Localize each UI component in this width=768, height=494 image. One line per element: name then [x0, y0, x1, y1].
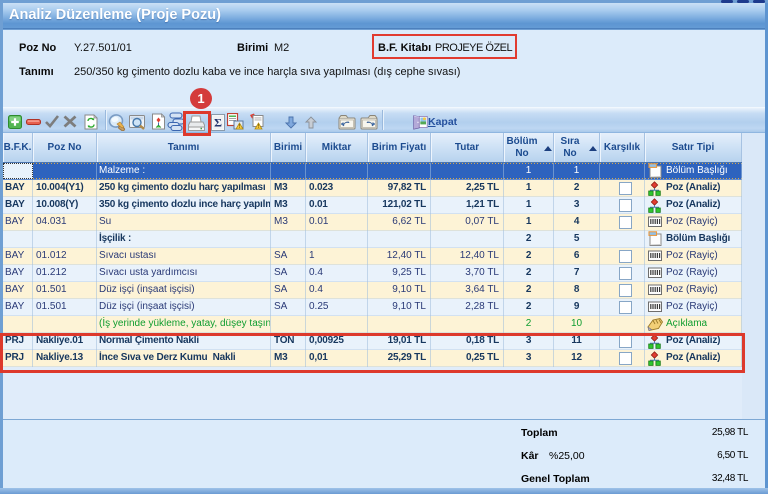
svg-text:Σ: Σ — [214, 116, 222, 130]
svg-text:!: ! — [239, 124, 241, 130]
svg-text:!: ! — [258, 124, 260, 130]
